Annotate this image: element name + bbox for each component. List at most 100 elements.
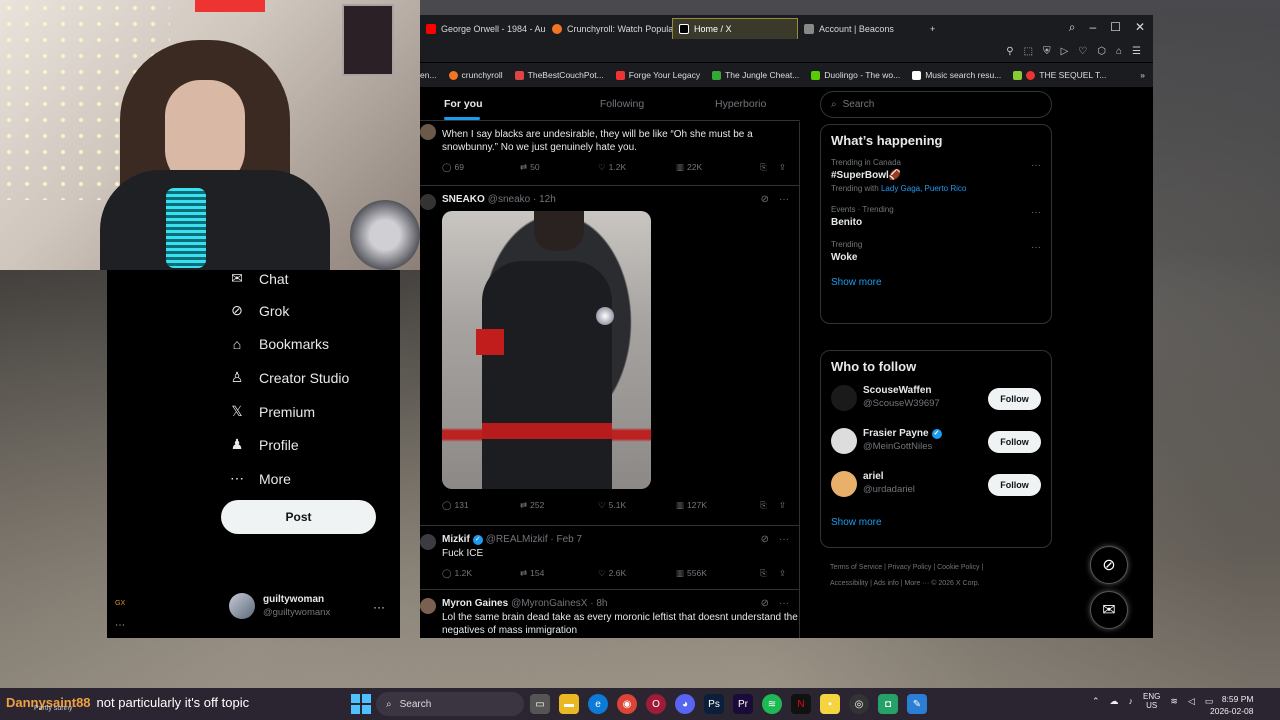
author-name[interactable]: SNEAKO: [442, 194, 485, 205]
volume-icon[interactable]: ◁: [1188, 696, 1195, 707]
author-name[interactable]: Myron Gaines: [442, 598, 508, 609]
premiere-icon[interactable]: Pr: [733, 694, 753, 714]
maximize-icon[interactable]: ☐: [1110, 20, 1121, 35]
reply-button[interactable]: ◯ 69: [442, 162, 520, 173]
edge-icon[interactable]: e: [588, 694, 608, 714]
more-icon[interactable]: ···: [1031, 242, 1041, 253]
shield-icon[interactable]: ⛨: [1043, 46, 1051, 57]
new-tab-button[interactable]: +: [924, 18, 941, 39]
search-icon[interactable]: ⌕: [1069, 20, 1076, 35]
follow-button[interactable]: Follow: [988, 388, 1041, 410]
heart-icon[interactable]: ♡: [1078, 46, 1087, 57]
bookmarks-overflow-icon[interactable]: »: [1140, 70, 1153, 80]
more-icon[interactable]: ···: [779, 534, 789, 545]
bookmark-icon[interactable]: ⎘: [760, 568, 767, 579]
start-button[interactable]: [351, 694, 371, 714]
trend-item[interactable]: Trending Woke ···: [821, 236, 1051, 271]
like-button[interactable]: ♡ 5.1K: [598, 500, 676, 511]
discord-icon[interactable]: ◕: [675, 694, 695, 714]
obs-icon[interactable]: ◎: [849, 694, 869, 714]
play-icon[interactable]: ▷: [1061, 46, 1069, 57]
follow-suggestion[interactable]: Frasier Payne ✓ @MeinGottNiles Follow: [821, 423, 1051, 466]
author-handle[interactable]: @REALMizkif · Feb 7: [486, 534, 582, 545]
nav-item-premium[interactable]: 𝕏 Premium: [229, 403, 315, 420]
show-more-link[interactable]: Show more: [821, 509, 1051, 538]
share-icon[interactable]: ⇪: [779, 500, 786, 511]
bookmark-item[interactable]: Forge Your Legacy: [615, 70, 700, 80]
bookmark-item[interactable]: Duolingo - The wo...: [811, 70, 900, 80]
menu-icon[interactable]: ☰: [1132, 46, 1141, 57]
trend-item[interactable]: Events · Trending Benito ···: [821, 201, 1051, 236]
trend-item[interactable]: Trending in Canada #SuperBowl🏈 Trending …: [821, 154, 1051, 201]
views-button[interactable]: ▥ 22K: [676, 162, 760, 173]
photoshop-icon[interactable]: Ps: [704, 694, 724, 714]
app-icon[interactable]: ◘: [878, 694, 898, 714]
tab-for-you[interactable]: For you: [420, 87, 563, 120]
grok-fab-icon[interactable]: ⊘: [1090, 546, 1128, 584]
like-button[interactable]: ♡ 2.6K: [598, 568, 676, 579]
follow-button[interactable]: Follow: [988, 431, 1041, 453]
footer-line[interactable]: Terms of Service | Privacy Policy | Cook…: [830, 560, 1050, 576]
tweet[interactable]: Mizkif ✓ @REALMizkif · Feb 7 ⊘ ··· Fuck I…: [420, 526, 799, 590]
more-icon[interactable]: ···: [779, 194, 789, 205]
tweet-image[interactable]: [442, 211, 651, 489]
nav-item-creator-studio[interactable]: ♙ Creator Studio: [229, 369, 350, 386]
chrome-icon[interactable]: ◉: [617, 694, 637, 714]
follow-suggestion[interactable]: ScouseWaffen @ScouseW39697 Follow: [821, 380, 1051, 423]
reply-button[interactable]: ◯ 131: [442, 500, 520, 511]
tab-crunchyroll[interactable]: Crunchyroll: Watch Popula: [546, 18, 672, 39]
account-more-icon[interactable]: ···: [373, 600, 385, 614]
tab-hyperborio[interactable]: Hyperborio: [681, 87, 800, 120]
grok-icon[interactable]: ⊘: [761, 534, 769, 545]
netflix-icon[interactable]: N: [791, 694, 811, 714]
views-button[interactable]: ▥ 556K: [676, 568, 760, 579]
follow-suggestion[interactable]: ariel @urdadariel Follow: [821, 466, 1051, 509]
screenshot-icon[interactable]: ⬚: [1024, 46, 1033, 57]
nav-item-profile[interactable]: ♟ Profile: [229, 436, 299, 453]
author-handle[interactable]: @sneako · 12h: [488, 194, 556, 205]
opera-gx-icon[interactable]: O: [646, 694, 666, 714]
microphone-icon[interactable]: ♪: [1129, 696, 1134, 706]
sticky-notes-icon[interactable]: ▪: [820, 694, 840, 714]
views-button[interactable]: ▥ 127K: [676, 500, 760, 511]
weather-widget[interactable]: Partly sunny: [34, 705, 73, 712]
taskbar-search[interactable]: ⌕ Search: [376, 692, 524, 716]
bookmark-item[interactable]: The Jungle Cheat...: [712, 70, 799, 80]
sidebar-more-icon[interactable]: ⋯: [115, 620, 125, 631]
close-icon[interactable]: ✕: [1135, 20, 1145, 35]
footer-line[interactable]: Accessibility | Ads info | More ··· © 20…: [830, 576, 1050, 592]
bookmark-item[interactable]: crunchyroll: [448, 70, 503, 80]
pin-icon[interactable]: ⚲: [1006, 46, 1013, 57]
follow-button[interactable]: Follow: [988, 474, 1041, 496]
language-indicator[interactable]: ENG US: [1143, 692, 1160, 710]
author-name[interactable]: Mizkif: [442, 534, 470, 545]
bookmark-item[interactable]: en...: [420, 70, 437, 80]
wallet-icon[interactable]: ⌂: [1116, 46, 1122, 57]
tweet[interactable]: When I say blacks are undesirable, they …: [420, 122, 799, 186]
more-icon[interactable]: ···: [1031, 207, 1041, 218]
file-explorer-icon[interactable]: ▬: [559, 694, 579, 714]
spotify-icon[interactable]: ≋: [762, 694, 782, 714]
more-icon[interactable]: ···: [779, 598, 789, 609]
nav-item-more[interactable]: ⋯ More: [229, 470, 291, 487]
chevron-up-icon[interactable]: ⌃: [1092, 696, 1100, 707]
tab-following[interactable]: Following: [563, 87, 682, 120]
show-more-link[interactable]: Show more: [821, 271, 1051, 298]
grok-icon[interactable]: ⊘: [761, 194, 769, 205]
tweet[interactable]: Myron Gaines @MyronGainesX · 8h ⊘ ··· Lol…: [420, 590, 799, 638]
bookmark-item[interactable]: Music search resu...: [912, 70, 1001, 80]
post-button[interactable]: Post: [221, 500, 376, 534]
bookmark-icon[interactable]: ⎘: [760, 500, 767, 511]
grok-icon[interactable]: ⊘: [761, 598, 769, 609]
cloud-icon[interactable]: ☁: [1110, 696, 1119, 707]
snipping-tool-icon[interactable]: ✎: [907, 694, 927, 714]
search-input[interactable]: ⌕ Search: [820, 91, 1052, 118]
minimize-icon[interactable]: –: [1089, 20, 1096, 35]
like-button[interactable]: ♡ 1.2K: [598, 162, 676, 173]
share-icon[interactable]: ⇪: [779, 568, 786, 579]
repost-button[interactable]: ⇄ 154: [520, 568, 598, 579]
repost-button[interactable]: ⇄ 252: [520, 500, 598, 511]
repost-button[interactable]: ⇄ 50: [520, 162, 598, 173]
bookmark-item[interactable]: THE SEQUEL T...: [1013, 70, 1106, 80]
wifi-icon[interactable]: ≋: [1170, 696, 1178, 707]
